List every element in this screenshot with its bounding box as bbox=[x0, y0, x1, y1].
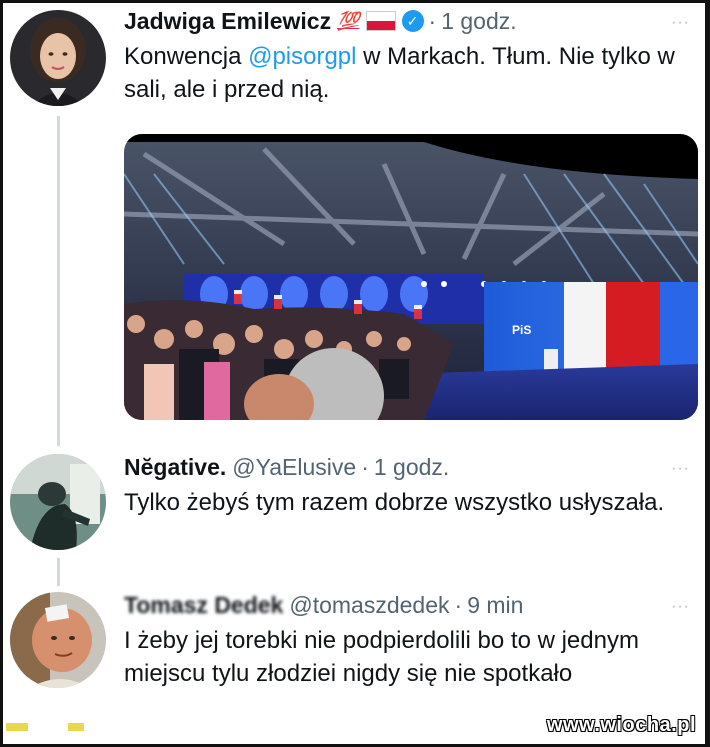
author-name[interactable]: Jadwiga Emilewicz bbox=[124, 6, 331, 36]
thread-line bbox=[57, 116, 60, 446]
avatar[interactable] bbox=[10, 454, 106, 550]
thread-line bbox=[57, 558, 60, 586]
timestamp[interactable]: 1 godz. bbox=[441, 6, 516, 36]
author-name[interactable]: Tomasz Dedek bbox=[124, 590, 283, 620]
more-options-icon[interactable]: ··· bbox=[671, 454, 690, 484]
more-options-icon[interactable]: ··· bbox=[671, 8, 690, 38]
separator: · bbox=[454, 592, 463, 618]
poland-flag-icon bbox=[365, 11, 396, 31]
more-options-icon[interactable]: ··· bbox=[671, 592, 690, 622]
watermark: www.wiocha.pl bbox=[546, 714, 696, 736]
timestamp[interactable]: 1 godz. bbox=[374, 452, 449, 482]
hundred-emoji-icon: 💯 bbox=[337, 11, 360, 31]
mention-link[interactable]: @pisorgpl bbox=[248, 43, 356, 70]
avatar[interactable] bbox=[10, 592, 106, 688]
tweet-text: Tylko żebyś tym razem dobrze wszystko us… bbox=[124, 489, 665, 516]
avatar[interactable] bbox=[10, 10, 106, 106]
separator: · bbox=[428, 8, 437, 34]
timestamp[interactable]: 9 min bbox=[467, 590, 523, 620]
separator: · bbox=[361, 454, 369, 480]
verified-badge-icon: ✓ bbox=[401, 10, 424, 32]
tweet-text: I żeby jej torebki nie podpierdolili bo … bbox=[124, 627, 639, 687]
tweet-text: Konwencja @pisorgpl w Markach. Tłum. Nie… bbox=[124, 43, 675, 103]
author-handle[interactable]: @YaElusive bbox=[232, 452, 356, 482]
author-name[interactable]: Nĕgative. bbox=[124, 452, 226, 482]
corner-mark bbox=[6, 723, 84, 731]
tweet-media-image[interactable]: PiS bbox=[124, 134, 698, 420]
pis-logo: PiS bbox=[512, 323, 531, 337]
author-handle[interactable]: @tomaszdedek bbox=[289, 590, 449, 620]
